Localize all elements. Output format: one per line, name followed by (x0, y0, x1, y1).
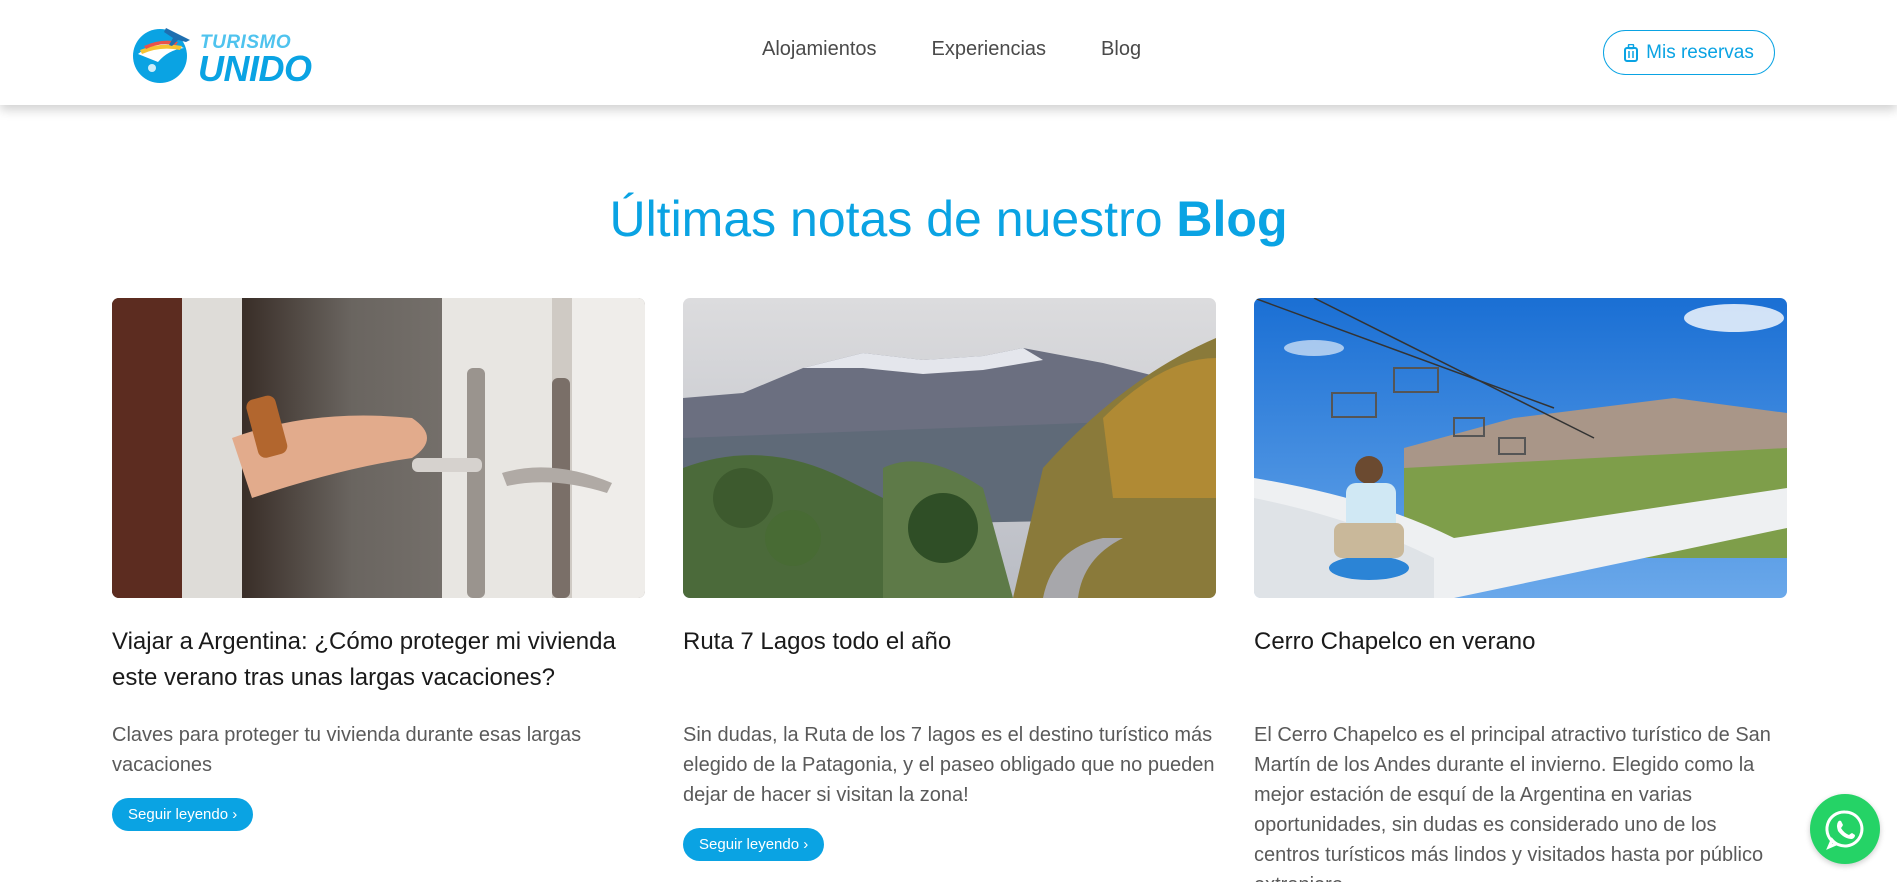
blog-card-title[interactable]: Ruta 7 Lagos todo el año (683, 624, 1216, 720)
blog-card: Viajar a Argentina: ¿Cómo proteger mi vi… (112, 298, 645, 831)
globe-plane-icon (133, 28, 190, 83)
turismo-unido-logo[interactable]: TURISMO UNIDO (128, 18, 312, 89)
mountain-road-image[interactable] (683, 298, 1216, 598)
section-title-highlight: Blog (1176, 191, 1288, 247)
hand-opening-door-image[interactable] (112, 298, 645, 598)
section-title-prefix: Últimas notas de nuestro (609, 191, 1177, 247)
suitcase-icon (1624, 43, 1639, 62)
nav-link-alojamientos[interactable]: Alojamientos (762, 38, 877, 61)
blog-card: Ruta 7 Lagos todo el año Sin dudas, la R… (683, 298, 1216, 861)
whatsapp-button[interactable] (1810, 794, 1880, 864)
nav-link-experiencias[interactable]: Experiencias (932, 38, 1047, 61)
blog-card-excerpt: Sin dudas, la Ruta de los 7 lagos es el … (683, 724, 1215, 806)
logo-text-bottom: UNIDO (198, 48, 312, 89)
blog-card-title[interactable]: Viajar a Argentina: ¿Cómo proteger mi vi… (112, 624, 645, 720)
blog-card-excerpt: El Cerro Chapelco es el principal atract… (1254, 724, 1771, 882)
my-reservations-label: Mis reservas (1646, 41, 1754, 63)
alpine-slide-image[interactable] (1254, 298, 1787, 598)
main-nav: Alojamientos Experiencias Blog (762, 38, 1141, 61)
blog-card-excerpt: Claves para proteger tu vivienda durante… (112, 724, 582, 776)
site-header: TURISMO UNIDO Alojamientos Experiencias … (0, 0, 1897, 105)
section-title: Últimas notas de nuestro Blog (0, 190, 1897, 248)
read-more-button[interactable]: Seguir leyendo › (112, 798, 254, 831)
whatsapp-icon (1825, 810, 1864, 850)
my-reservations-button[interactable]: Mis reservas (1603, 30, 1775, 75)
nav-link-blog[interactable]: Blog (1101, 38, 1141, 61)
blog-card-title[interactable]: Cerro Chapelco en verano (1254, 624, 1787, 720)
read-more-button[interactable]: Seguir leyendo › (683, 828, 825, 861)
blog-card: Cerro Chapelco en verano El Cerro Chapel… (1254, 298, 1787, 882)
